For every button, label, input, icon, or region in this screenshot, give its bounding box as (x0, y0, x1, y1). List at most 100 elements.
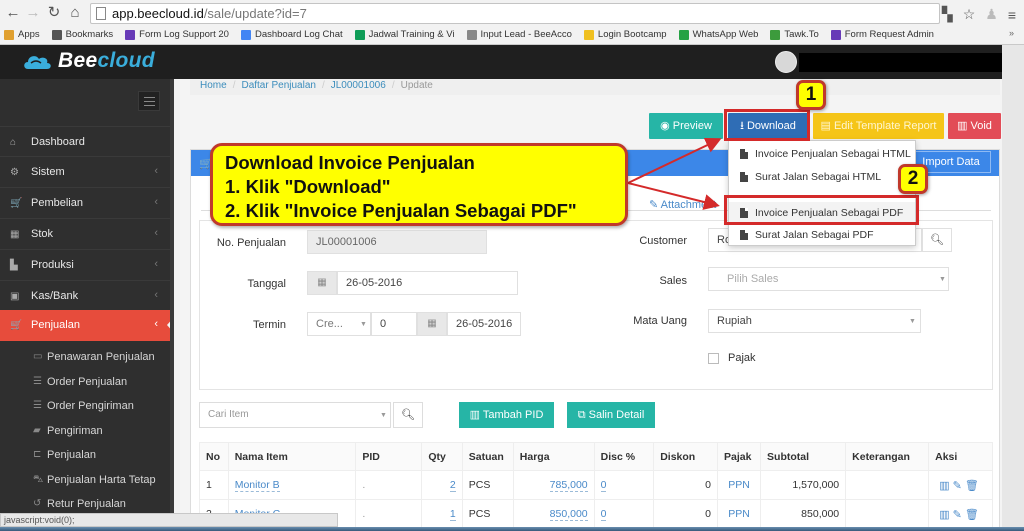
bookmark-item[interactable]: Input Lead - BeeAcco (466, 29, 572, 40)
sidebar-item-produksi[interactable]: ▙ Produksi ‹ (0, 249, 174, 280)
sidebar-subitem-label: Penawaran Penjualan (47, 351, 155, 363)
tab-attachment[interactable]: ✎ Attachment (649, 198, 716, 211)
bookmark-item[interactable]: Form Log Support 20 (125, 29, 229, 40)
bookmarks-more-button[interactable]: » (1009, 28, 1014, 38)
pajak-checkbox[interactable] (708, 353, 719, 364)
pencil-icon[interactable]: ✎ (953, 480, 962, 492)
barcode-icon[interactable]: ▥ (939, 480, 949, 492)
termin-days-field[interactable]: 0 (371, 312, 417, 336)
termin-date-field[interactable]: 26-05-2016 (447, 312, 521, 336)
caret-down-icon: ▼ (380, 412, 387, 419)
download-menu-item[interactable]: Invoice Penjualan Sebagai HTML (729, 143, 915, 165)
cloud-logo-icon (24, 56, 51, 69)
preview-button[interactable]: ◉ Preview (649, 113, 723, 139)
download-dropdown-menu: Invoice Penjualan Sebagai HTML Surat Jala… (728, 140, 916, 246)
sales-select[interactable]: Pilih Sales ▼ (708, 267, 949, 291)
copy-icon: ⧉ (577, 409, 589, 421)
app-header: Beecloud (0, 45, 1024, 79)
calendar-icon[interactable]: ▦ (307, 271, 337, 295)
item-search-select[interactable]: Cari Item ▼ (199, 402, 391, 428)
sheets-icon (354, 29, 365, 40)
bookmark-item[interactable]: WhatsApp Web (678, 29, 758, 40)
chevron-left-icon: ‹ (154, 318, 158, 330)
menu-icon[interactable]: ≡ (1008, 7, 1016, 23)
mata-uang-label: Mata Uang (633, 315, 687, 327)
sidebar-item-penjualan[interactable]: 🛒 Penjualan ‹ (0, 310, 175, 341)
bookmark-item[interactable]: Form Request Admin (830, 29, 934, 40)
chevron-left-icon: ‹ (154, 289, 158, 301)
sidebar-toggle-button[interactable] (138, 91, 160, 111)
beecloud-logo[interactable]: Beecloud (22, 49, 155, 73)
mata-uang-select[interactable]: Rupiah ▼ (708, 309, 921, 333)
forward-arrow-icon[interactable]: → (24, 4, 42, 22)
termin-type-select[interactable]: Cre... ▼ (307, 312, 371, 336)
cart-icon: 🛒 (10, 198, 23, 209)
breadcrumb: Home / Daftar Penjualan / JL00001006/ Upda… (190, 79, 1000, 95)
download-menu-item[interactable]: Surat Jalan Sebagai PDF (729, 224, 915, 246)
edit-template-report-button[interactable]: ▤ Edit Template Report (813, 113, 944, 139)
download-menu-item[interactable]: Surat Jalan Sebagai HTML (729, 166, 915, 188)
cell-harga[interactable]: 785,000 (512, 470, 595, 500)
apps-grid-icon (4, 29, 14, 40)
sidebar-subitem-penjualan[interactable]: ⊏ Penjualan (0, 444, 174, 468)
cogs-icon: ⚙ (10, 167, 19, 178)
sidebar-subitem-label: Retur Penjualan (47, 498, 126, 510)
cell-diskon: 0 (653, 470, 719, 500)
sidebar-subitem-pengiriman[interactable]: ▰ Pengiriman (0, 420, 174, 444)
breadcrumb-home[interactable]: Home (200, 80, 227, 94)
sidebar-subitem-penawaran-penjualan[interactable]: ▭ Penawaran Penjualan (0, 346, 174, 370)
user-avatar[interactable] (775, 51, 797, 73)
sidebar-item-kas-bank[interactable]: ▣ Kas/Bank ‹ (0, 280, 174, 311)
sidebar-subitem-penjualan-harta-tetap[interactable]: ⛍ Penjualan Harta Tetap (0, 469, 174, 493)
caret-down-icon: ▼ (939, 276, 946, 283)
cell-nama-item[interactable]: Monitor B (227, 470, 357, 500)
calendar-icon[interactable]: ▦ (417, 312, 447, 336)
sidebar-item-dashboard[interactable]: ⌂ Dashboard (0, 126, 174, 157)
profile-icon[interactable]: ♟ (985, 6, 998, 23)
barcode-icon[interactable]: ▥ (939, 509, 949, 521)
translate-icon[interactable]: ▚ (942, 6, 953, 23)
trash-icon[interactable]: 🗑︎ (965, 480, 979, 492)
cell-pajak[interactable]: PPN (717, 499, 762, 529)
cell-disc[interactable]: 0 (593, 470, 655, 500)
cell-qty[interactable]: 1 (421, 499, 463, 529)
page-scrollbar[interactable] (1002, 45, 1024, 531)
bookmark-item[interactable]: Login Bootcamp (583, 29, 667, 40)
customer-search-button[interactable]: 🔍︎ (922, 228, 952, 252)
tambah-pid-button[interactable]: ▥ Tambah PID (459, 402, 554, 428)
cell-no: 1 (199, 470, 229, 500)
trash-icon[interactable]: 🗑︎ (965, 509, 979, 521)
reload-icon[interactable]: ↻ (45, 4, 63, 22)
sidebar-item-pembelian[interactable]: 🛒 Pembelian ‹ (0, 187, 174, 218)
bookmark-item[interactable]: Tawk.To (770, 29, 819, 40)
bookmark-item[interactable]: Bookmarks (51, 29, 113, 40)
back-arrow-icon[interactable]: ← (4, 4, 22, 22)
tanggal-field[interactable]: 26-05-2016 (337, 271, 518, 295)
breadcrumb-daftar-penjualan[interactable]: Daftar Penjualan (241, 80, 316, 94)
cell-disc[interactable]: 0 (593, 499, 655, 529)
bookmark-item[interactable]: Dashboard Log Chat (240, 29, 343, 40)
sidebar-item-label: Dashboard (31, 136, 85, 148)
menu-item-label: Surat Jalan Sebagai HTML (755, 171, 882, 183)
sidebar-subitem-order-penjualan[interactable]: ☰ Order Penjualan (0, 371, 174, 395)
sidebar-item-stok[interactable]: ▦ Stok ‹ (0, 218, 174, 249)
bookmark-label: Form Request Admin (844, 29, 934, 40)
cell-pid: . (355, 470, 423, 500)
breadcrumb-current: Update (400, 80, 433, 91)
sidebar-subitem-order-pengiriman[interactable]: ☰ Order Pengiriman (0, 395, 174, 419)
void-button[interactable]: ▥ Void (948, 113, 1001, 139)
pencil-icon[interactable]: ✎ (953, 509, 962, 521)
home-icon[interactable]: ⌂ (66, 4, 84, 22)
salin-detail-button[interactable]: ⧉ Salin Detail (567, 402, 655, 428)
cell-harga[interactable]: 850,000 (512, 499, 595, 529)
cell-qty[interactable]: 2 (421, 470, 463, 500)
item-search-button[interactable]: 🔍︎ (393, 402, 423, 428)
truck-icon: ▰ (33, 424, 41, 436)
sidebar-item-sistem[interactable]: ⚙ Sistem ‹ (0, 156, 174, 187)
bookmark-item[interactable]: Apps (4, 29, 40, 40)
bookmark-item[interactable]: Jadwal Training & Vi (354, 29, 455, 40)
bookmark-star-icon[interactable]: ☆ (963, 6, 976, 23)
breadcrumb-invoice-number[interactable]: JL00001006 (331, 80, 386, 94)
cell-pajak[interactable]: PPN (717, 470, 762, 500)
address-bar[interactable]: app.beecloud.id/sale/update?id=7 (90, 3, 940, 24)
